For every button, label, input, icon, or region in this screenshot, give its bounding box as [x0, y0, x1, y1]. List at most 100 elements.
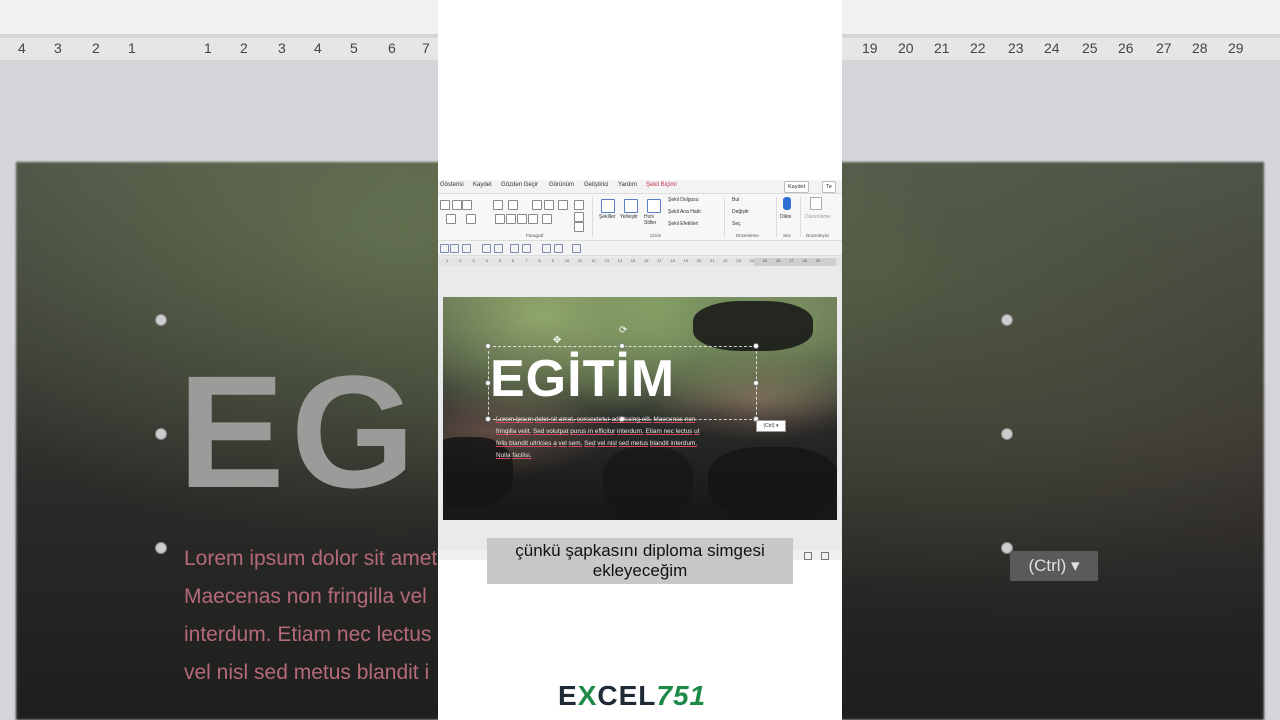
qat-icon[interactable] [482, 244, 491, 253]
qat-icon[interactable] [450, 244, 459, 253]
qat-icon[interactable] [462, 244, 471, 253]
slide-title[interactable]: EGİTİM [490, 349, 675, 409]
arrange-label[interactable]: Yerleştir [620, 214, 638, 220]
grow-font-icon[interactable] [452, 200, 462, 210]
qat-icon[interactable] [554, 244, 563, 253]
body-word: sed metus [618, 440, 649, 447]
indent-decrease-icon[interactable] [532, 200, 542, 210]
smartart-icon[interactable] [574, 222, 584, 232]
menu-item-shape-format[interactable]: Şekil Biçimi [646, 182, 677, 188]
font-color-icon[interactable] [466, 214, 476, 224]
justify-icon[interactable] [528, 214, 538, 224]
align-left-icon[interactable] [495, 214, 505, 224]
record-button[interactable]: Kaydet [784, 181, 810, 193]
paste-options-button[interactable]: (Ctrl) ▾ [756, 420, 786, 432]
body-word: felis blandit ultricies [496, 440, 552, 447]
qat-icon[interactable] [510, 244, 519, 253]
bg-ruler-num: 28 [1192, 40, 1208, 56]
shape-fill[interactable]: Şekil Dolgusu [668, 197, 699, 203]
arrange-icon[interactable] [624, 199, 638, 213]
ruler-number: 22 [723, 258, 728, 263]
body-word: Lorem ipsum [496, 416, 533, 423]
menu-item[interactable]: Görünüm [549, 182, 574, 188]
qat-icon[interactable] [542, 244, 551, 253]
bg-ruler-num: 19 [862, 40, 878, 56]
normal-view-icon[interactable] [804, 552, 812, 560]
microphone-icon[interactable] [783, 197, 791, 210]
bg-ruler-num: 24 [1044, 40, 1060, 56]
bg-handle [155, 542, 167, 554]
select-button[interactable]: Seç [732, 221, 741, 227]
slide-canvas[interactable]: ⟳ ✥ EGİTİM Lorem ipsum dolor sit amet, c… [443, 297, 837, 520]
shape-outline[interactable]: Şekil Ana Hattı [668, 209, 701, 215]
rotate-handle-icon[interactable]: ⟳ [619, 325, 627, 336]
resize-handle[interactable] [753, 380, 759, 386]
ruler-number: 15 [630, 258, 636, 263]
line-spacing-icon[interactable] [558, 200, 568, 210]
bg-ruler-num: 20 [898, 40, 914, 56]
menu-item[interactable]: Kaydet [473, 182, 492, 188]
bg-handle [155, 428, 167, 440]
designer-icon[interactable] [810, 197, 822, 210]
menu-item[interactable]: Gözden Geçir [501, 182, 538, 188]
qat-icon[interactable] [440, 244, 449, 253]
bg-ruler-num: 23 [1008, 40, 1024, 56]
ruler-number: 1 [446, 258, 449, 263]
indent-increase-icon[interactable] [544, 200, 554, 210]
body-word: Nulla [496, 452, 511, 459]
quick-styles-label[interactable]: Hızlı Stiller [644, 214, 664, 226]
align-center-icon[interactable] [506, 214, 516, 224]
logo-number: 751 [656, 680, 707, 711]
designer-button[interactable]: Düzenleme [805, 214, 830, 220]
teams-button[interactable]: Te [822, 181, 836, 193]
text-direction-icon[interactable] [574, 200, 584, 210]
bg-ruler-num: 3 [54, 40, 62, 56]
background-ctrl-badge: (Ctrl) ▾ [1010, 551, 1098, 581]
dictate-button[interactable]: Dikte [780, 214, 791, 220]
body-word: sem. [568, 440, 583, 447]
align-right-icon[interactable] [517, 214, 527, 224]
ruler-number: 27 [789, 258, 794, 263]
subtitle-line: çünkü şapkasını diploma simgesi [515, 541, 765, 560]
body-word: Etiam nec lectus [645, 428, 693, 435]
logo-x: X [577, 680, 598, 711]
menu-item[interactable]: Geliştirici [584, 182, 608, 188]
slide-sorter-icon[interactable] [821, 552, 829, 560]
qat-icon[interactable] [494, 244, 503, 253]
quick-access-toolbar [438, 241, 842, 256]
logo-cel: CEL [597, 680, 657, 711]
shapes-icon[interactable] [601, 199, 615, 213]
find-button[interactable]: Bul [732, 197, 739, 203]
body-word: ut [694, 428, 700, 435]
slide-body-text[interactable]: Lorem ipsum dolor sit amet, consectetur … [496, 414, 701, 462]
qat-icon[interactable] [522, 244, 531, 253]
bg-ruler-num: 4 [314, 40, 322, 56]
ribbon-separator [800, 197, 801, 237]
qat-icon[interactable] [572, 244, 581, 253]
body-word: fringilla velit. [496, 428, 532, 435]
align-text-icon[interactable] [574, 212, 584, 222]
numbering-icon[interactable] [508, 200, 518, 210]
columns-icon[interactable] [542, 214, 552, 224]
menu-item[interactable]: Gösterisi [440, 182, 464, 188]
body-word: purus in efficitur [570, 428, 616, 435]
quick-styles-icon[interactable] [647, 199, 661, 213]
ruler-number: 12 [591, 258, 596, 263]
resize-handle[interactable] [753, 343, 759, 349]
resize-handle[interactable] [485, 416, 491, 422]
excel751-logo: EXCEL751 [558, 680, 706, 712]
font-size-icon[interactable] [440, 200, 450, 210]
shape-effects[interactable]: Şekil Efektleri [668, 221, 698, 227]
highlight-icon[interactable] [446, 214, 456, 224]
group-label-paragraph: Paragraf [526, 233, 544, 238]
move-cursor-icon: ✥ [553, 335, 562, 346]
shapes-label[interactable]: Şekiller [599, 214, 615, 220]
ruler-number: 10 [564, 258, 570, 263]
bg-handle [1001, 314, 1013, 326]
replace-button[interactable]: Değiştir [732, 209, 749, 215]
menu-item[interactable]: Yardım [618, 182, 637, 188]
shrink-font-icon[interactable] [462, 200, 472, 210]
ruler-number: 20 [696, 258, 702, 263]
ruler-number: 9 [551, 258, 554, 263]
bullets-icon[interactable] [493, 200, 503, 210]
